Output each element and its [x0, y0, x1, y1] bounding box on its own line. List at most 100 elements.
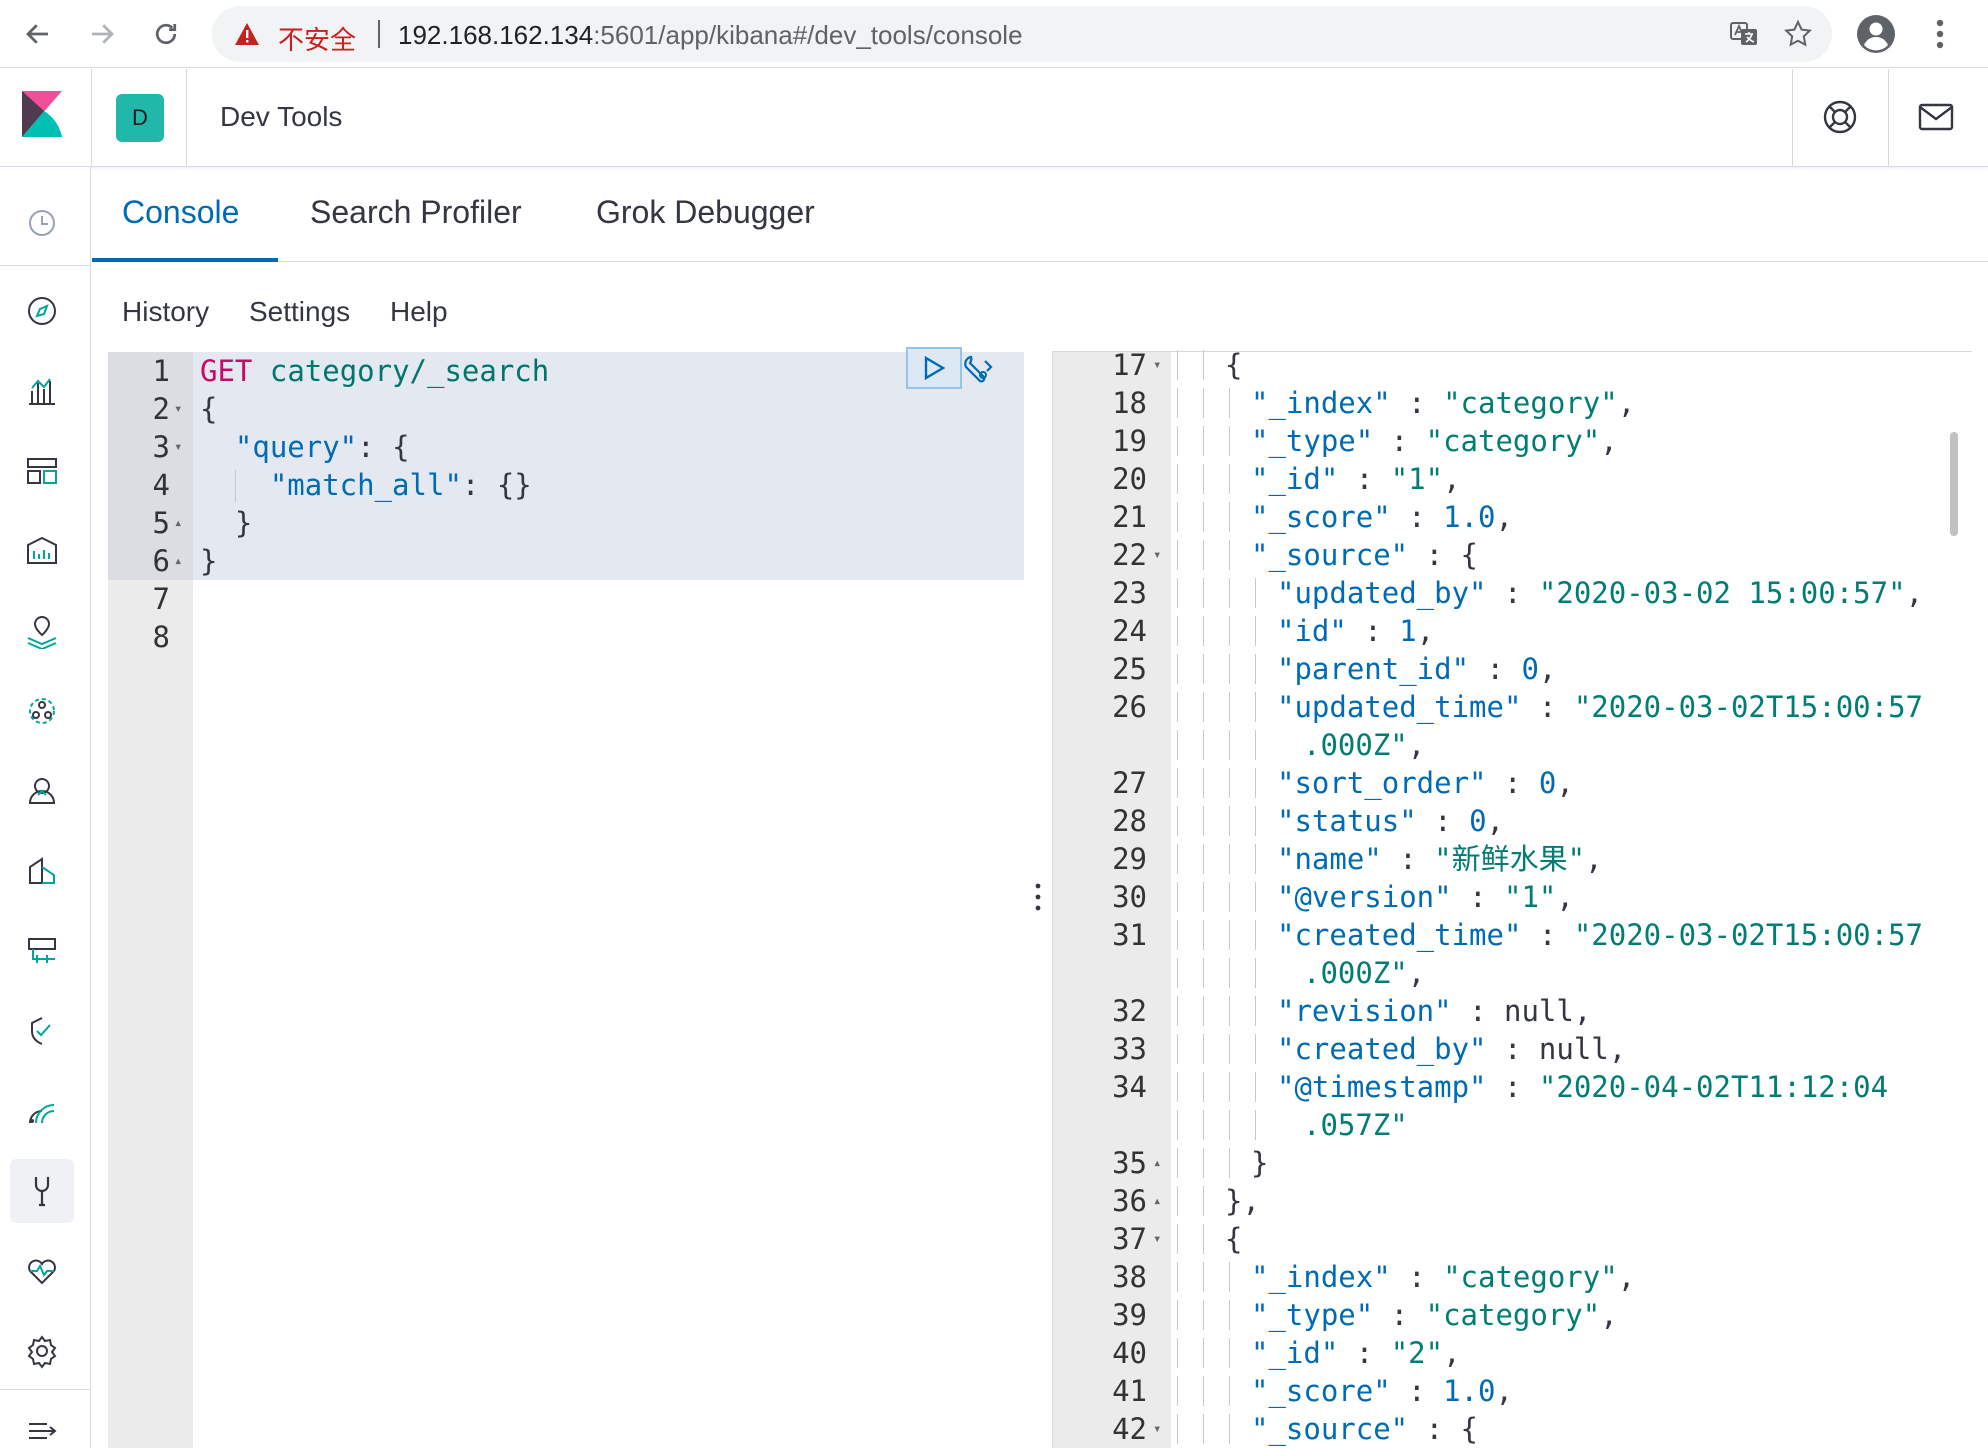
settings-link[interactable]: Settings: [249, 296, 350, 328]
forward-button[interactable]: [78, 10, 126, 58]
fold-toggle-icon[interactable]: ▾: [174, 390, 182, 428]
nav-siem[interactable]: [10, 999, 74, 1063]
indent-guide: [1177, 1338, 1178, 1368]
line-number: 38: [1112, 1260, 1147, 1294]
indent-guide: [1229, 540, 1230, 570]
indent-guide: [1177, 844, 1178, 874]
json-value: "1": [1504, 880, 1557, 914]
fold-toggle-icon[interactable]: ▾: [1153, 536, 1161, 574]
indent-guide: [1177, 540, 1178, 570]
output-line: 38 "_index" : "category",: [1053, 1258, 1973, 1296]
indent-guide: [1229, 730, 1230, 760]
output-line: 33 "created_by" : null,: [1053, 1030, 1973, 1068]
json-key: "_score": [1251, 500, 1391, 534]
json-value: }: [1251, 1146, 1269, 1180]
nav-collapse[interactable]: [10, 1399, 74, 1448]
kibana-logo[interactable]: [22, 91, 62, 141]
more-vertical-icon: [1936, 19, 1944, 49]
drag-handle-icon[interactable]: [1034, 882, 1042, 912]
json-value: null: [1538, 1032, 1609, 1066]
nav-maps[interactable]: [10, 599, 74, 663]
json-value: 0: [1521, 652, 1539, 686]
nav-dev-tools[interactable]: [10, 1159, 74, 1223]
json-value: "category": [1425, 424, 1601, 458]
space-avatar[interactable]: D: [116, 94, 164, 142]
tab-search-profiler[interactable]: Search Profiler: [310, 194, 522, 231]
history-link[interactable]: History: [122, 296, 209, 328]
line-number: 21: [1112, 500, 1147, 534]
output-scrollbar[interactable]: [1950, 432, 1958, 536]
fold-toggle-icon[interactable]: ▾: [1153, 1410, 1161, 1448]
dev-tools-icon: [34, 1177, 50, 1207]
tab-console[interactable]: Console: [122, 194, 239, 231]
siem-icon: [31, 1017, 51, 1045]
nav-metrics[interactable]: [10, 1079, 74, 1143]
indent-guide: [1229, 996, 1230, 1026]
browser-menu-button[interactable]: [1916, 10, 1964, 58]
fold-toggle-icon[interactable]: ▾: [1153, 1220, 1161, 1258]
output-line: 39 "_type" : "category",: [1053, 1296, 1973, 1334]
output-line: 19 "_type" : "category",: [1053, 422, 1973, 460]
nav-canvas[interactable]: [10, 519, 74, 583]
output-code: "sort_order" : 0,: [1277, 766, 1574, 800]
send-request-button[interactable]: [906, 347, 962, 389]
line-number: 29: [1112, 842, 1147, 876]
output-line: 23 "updated_by" : "2020-03-02 15:00:57",: [1053, 574, 1973, 612]
nav-dashboard[interactable]: [10, 439, 74, 503]
fold-toggle-icon[interactable]: ▴: [174, 542, 182, 580]
reload-button[interactable]: [142, 10, 190, 58]
json-value: 1.0: [1443, 500, 1496, 534]
fold-toggle-icon[interactable]: ▴: [1153, 1182, 1161, 1220]
fold-toggle-icon[interactable]: ▾: [1153, 346, 1161, 384]
fold-toggle-icon[interactable]: ▴: [1153, 1144, 1161, 1182]
back-button[interactable]: [14, 10, 62, 58]
address-bar[interactable]: 不安全 192.168.162.134:5601/app/kibana#/dev…: [212, 6, 1832, 62]
nav-apm[interactable]: [10, 839, 74, 903]
fold-toggle-icon[interactable]: ▾: [174, 428, 182, 466]
json-key: "_index": [1251, 1260, 1391, 1294]
output-code: "_id" : "2",: [1251, 1336, 1461, 1370]
output-code: "parent_id" : 0,: [1277, 652, 1557, 686]
indent-guide: [1255, 1110, 1256, 1140]
nav-machine-learning[interactable]: [10, 679, 74, 743]
monitoring-icon: [29, 1104, 55, 1124]
indent-guide: [1177, 1376, 1178, 1406]
request-editor[interactable]: 1 2 ▾ 3 ▾ 4 5 ▴ 6 ▴ 7 8 GET category/_search { "que…: [108, 352, 1024, 1448]
request-actions-button[interactable]: [960, 352, 996, 388]
indent-guide: [1255, 806, 1256, 836]
indent-guide: [1229, 1110, 1230, 1140]
help-button[interactable]: [1816, 93, 1864, 141]
tab-grok-debugger[interactable]: Grok Debugger: [596, 194, 815, 231]
json-value: 0: [1469, 804, 1487, 838]
output-code: "_index" : "category",: [1251, 386, 1636, 420]
line-number: 4: [152, 468, 170, 502]
indent-guide: [1203, 1376, 1204, 1406]
nav-stack-monitoring[interactable]: [10, 1239, 74, 1303]
indent-guide: [1203, 578, 1204, 608]
newsfeed-button[interactable]: [1912, 93, 1960, 141]
nav-management[interactable]: [10, 1319, 74, 1383]
indent-guide: [1203, 388, 1204, 418]
help-link[interactable]: Help: [390, 296, 448, 328]
nav-uptime[interactable]: [10, 759, 74, 823]
output-line: 22 ▾ "_source" : {: [1053, 536, 1973, 574]
indent-guide: [1203, 464, 1204, 494]
json-key: "match_all": [269, 468, 462, 502]
json-key: "_id": [1251, 462, 1339, 496]
translate-icon[interactable]: [1728, 18, 1760, 50]
indent-guide: [1255, 996, 1256, 1026]
fold-toggle-icon[interactable]: ▴: [174, 504, 182, 542]
star-icon[interactable]: [1782, 18, 1814, 50]
output-code: "updated_time" : "2020-03-02T15:00:57: [1277, 690, 1924, 724]
output-code: .000Z",: [1303, 956, 1426, 990]
output-line: 37 ▾ {: [1053, 1220, 1973, 1258]
nav-visualize[interactable]: [10, 359, 74, 423]
nav-discover[interactable]: [10, 279, 74, 343]
output-code: {: [1225, 346, 1242, 384]
nav-logs[interactable]: [10, 919, 74, 983]
indent-guide: [1203, 1186, 1204, 1216]
json-value: "新鲜水果": [1434, 842, 1586, 876]
line-number: 31: [1112, 918, 1147, 952]
nav-recent[interactable]: [10, 191, 74, 255]
profile-button[interactable]: [1852, 10, 1900, 58]
